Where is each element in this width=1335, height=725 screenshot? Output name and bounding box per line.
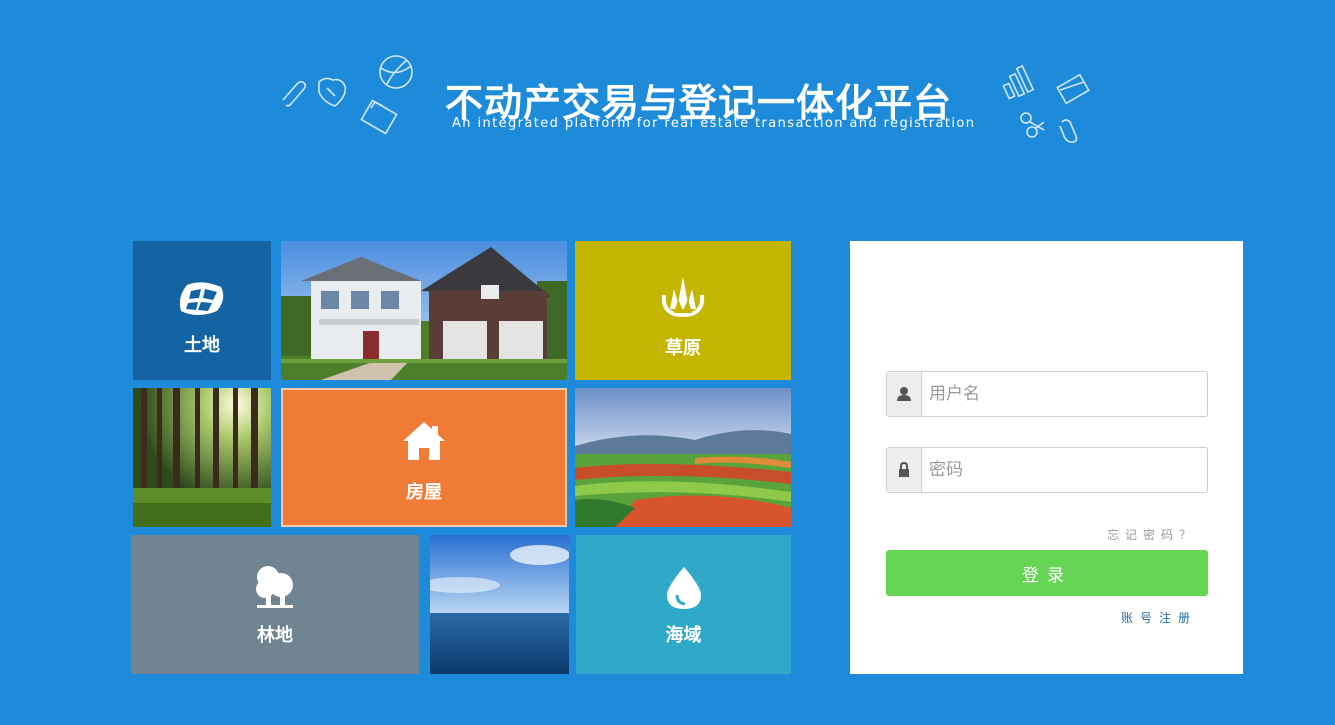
login-button[interactable]: 登录 — [886, 550, 1208, 596]
password-input[interactable] — [929, 448, 1199, 492]
fields-photo — [575, 388, 791, 527]
globe-icon — [379, 55, 413, 89]
username-input[interactable] — [929, 372, 1199, 416]
register-link[interactable]: 账号注册 — [1121, 609, 1197, 626]
tile-house-label: 房屋 — [406, 482, 442, 503]
tile-land[interactable]: 土地 — [133, 241, 271, 380]
forgot-password-link[interactable]: 忘记密码？ — [1107, 526, 1197, 543]
water-drop-icon — [666, 567, 701, 609]
paperclip-icon — [282, 80, 307, 107]
paperclip-icon — [1059, 119, 1078, 143]
sea-photo — [430, 535, 569, 674]
tree-icon — [256, 566, 293, 608]
house-photo — [281, 241, 567, 380]
header-right-decoration — [1002, 64, 1090, 143]
grassland-icon — [661, 277, 705, 318]
scissors-icon — [1020, 112, 1045, 138]
user-icon — [887, 372, 922, 416]
tile-forest-label: 林地 — [257, 625, 293, 646]
bar-chart-icon — [1002, 64, 1035, 100]
tile-forest[interactable]: 林地 — [131, 535, 419, 674]
tile-house[interactable]: 房屋 — [281, 388, 567, 527]
login-panel: 忘记密码？ 登录 账号注册 — [850, 241, 1243, 674]
briefcase-icon — [360, 99, 398, 135]
tile-sea-label: 海域 — [665, 625, 702, 646]
tile-land-label: 土地 — [184, 335, 220, 356]
tile-grassland[interactable]: 草原 — [575, 241, 791, 380]
username-field — [886, 371, 1208, 417]
land-icon — [179, 282, 224, 315]
header-left-decoration — [282, 55, 413, 135]
card-icon — [1056, 73, 1090, 105]
tile-grassland-label: 草原 — [665, 338, 701, 359]
forest-photo — [133, 388, 271, 527]
password-field — [886, 447, 1208, 493]
tile-sea[interactable]: 海域 — [576, 535, 791, 674]
page-subtitle: An integrated platform for real estate t… — [452, 116, 976, 131]
lock-icon — [887, 448, 922, 492]
house-icon — [403, 422, 445, 460]
shield-icon — [318, 77, 347, 107]
